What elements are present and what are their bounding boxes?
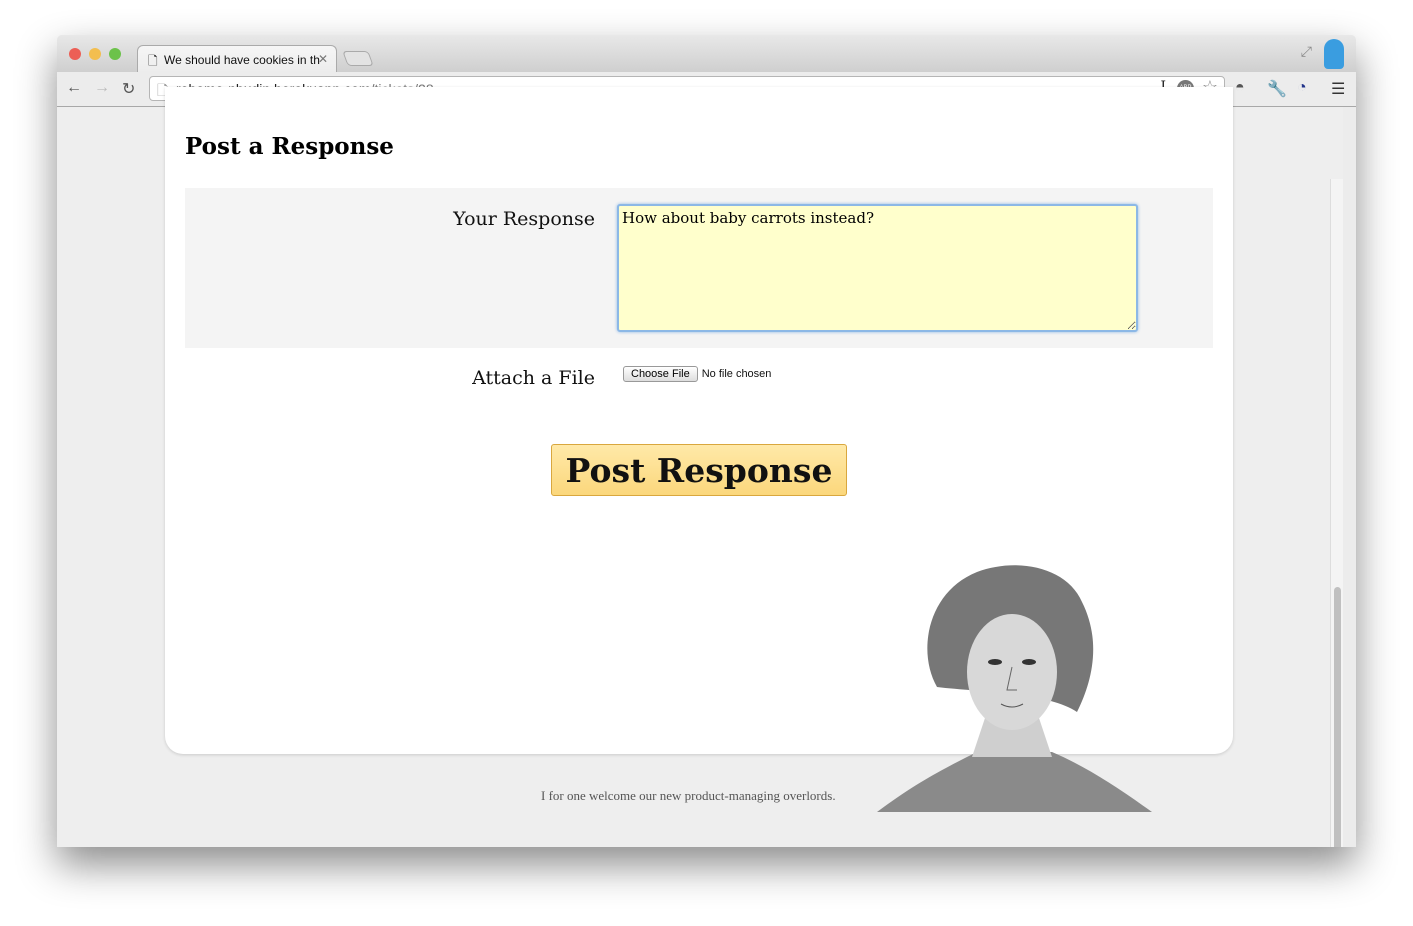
response-row: Your Response How about baby carrots ins… — [185, 188, 1213, 348]
close-window-button[interactable] — [69, 48, 81, 60]
speedometer-icon[interactable]: ◔ — [1297, 79, 1307, 97]
wrench-icon[interactable]: 🔧 — [1267, 79, 1287, 99]
menu-icon[interactable]: ☰ — [1331, 79, 1345, 99]
new-tab-button[interactable] — [342, 51, 374, 66]
response-textarea[interactable]: How about baby carrots instead? — [617, 204, 1138, 332]
zoom-window-button[interactable] — [109, 48, 121, 60]
post-response-button[interactable]: Post Response — [551, 444, 847, 496]
fullscreen-icon[interactable]: ⤢ — [1301, 43, 1312, 60]
vertical-scrollbar[interactable] — [1330, 179, 1343, 847]
scrollbar-thumb[interactable] — [1334, 587, 1341, 847]
back-icon[interactable]: ← — [66, 79, 82, 97]
choose-file-button[interactable]: Choose File — [623, 366, 698, 382]
close-tab-icon[interactable]: ✕ — [318, 52, 328, 66]
attach-label: Attach a File — [472, 367, 595, 389]
footer-text: I for one welcome our new product-managi… — [541, 788, 836, 803]
minimize-window-button[interactable] — [89, 48, 101, 60]
page-content: Post a Response Your Response How about … — [57, 87, 1343, 847]
title-bar: 🗋 We should have cookies in th ✕ ⤢ — [57, 35, 1356, 73]
file-input[interactable]: Choose File No file chosen — [623, 366, 771, 382]
page-icon: 🗋 — [148, 54, 158, 68]
tab-title: We should have cookies in th — [164, 53, 320, 67]
forward-icon: → — [94, 79, 110, 96]
page-title: Post a Response — [185, 133, 394, 160]
incognito-mask-icon[interactable]: ◓ — [1235, 79, 1245, 97]
portrait-engraving-image — [877, 565, 1152, 812]
file-status: No file chosen — [701, 368, 772, 380]
reload-icon[interactable]: ↻ — [122, 79, 135, 99]
response-label: Your Response — [453, 208, 595, 230]
browser-window: 🗋 We should have cookies in th ✕ ⤢ ← → ↻… — [57, 35, 1356, 847]
profile-avatar-icon[interactable] — [1324, 39, 1344, 69]
tab-active[interactable]: 🗋 We should have cookies in th ✕ — [137, 45, 337, 73]
